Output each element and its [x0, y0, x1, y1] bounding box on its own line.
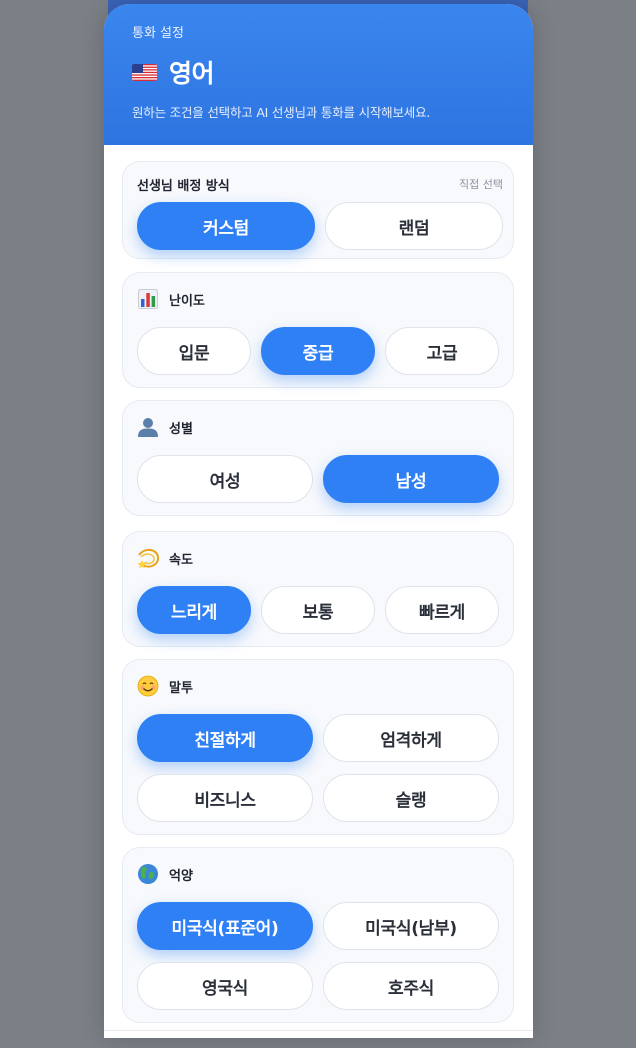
smile-icon: [137, 675, 159, 697]
gender-title: 성별: [169, 421, 193, 437]
tone-option-strict[interactable]: 엄격하게: [323, 714, 499, 762]
speed-card: 속도 느리게 보통 빠르게: [122, 531, 514, 647]
header: 통화 설정 영어 원하는 조건을 선택하고 AI 선생님과 통화를 시작해보세요…: [104, 4, 533, 145]
gender-card: 성별 여성 남성: [122, 400, 514, 516]
speed-option-fast[interactable]: 빠르게: [385, 586, 499, 634]
accent-card: 억양 미국식(표준어) 미국식(남부) 영국식 호주식: [122, 847, 514, 1023]
speed-header: 속도: [137, 546, 499, 570]
assignment-title: 선생님 배정 방식: [137, 178, 230, 194]
gender-option-female[interactable]: 여성: [137, 455, 313, 503]
tone-option-slang[interactable]: 슬랭: [323, 774, 499, 822]
dizzy-star-icon: [137, 547, 159, 569]
difficulty-option-intermediate[interactable]: 중급: [261, 327, 375, 375]
accent-header: 억양: [137, 862, 499, 886]
difficulty-card: 난이도 입문 중급 고급: [122, 272, 514, 388]
tone-options-row1: 친절하게 엄격하게: [137, 714, 499, 762]
header-subtitle: 통화 설정: [132, 26, 184, 41]
tone-options-row2: 비즈니스 슬랭: [137, 774, 499, 822]
difficulty-option-beginner[interactable]: 입문: [137, 327, 251, 375]
globe-icon: [137, 863, 159, 885]
gender-options: 여성 남성: [137, 455, 499, 503]
accent-option-australian[interactable]: 호주식: [323, 962, 499, 1010]
language-row: 영어: [132, 56, 505, 88]
assignment-option-random[interactable]: 랜덤: [325, 202, 503, 250]
accent-options-row2: 영국식 호주식: [137, 962, 499, 1010]
tone-card: 말투 친절하게 엄격하게 비즈니스 슬랭: [122, 659, 514, 835]
difficulty-options: 입문 중급 고급: [137, 327, 499, 375]
assignment-options: 커스텀 랜덤: [137, 202, 503, 250]
speed-options: 느리게 보통 빠르게: [137, 586, 499, 634]
tone-option-business[interactable]: 비즈니스: [137, 774, 313, 822]
tone-title: 말투: [169, 680, 193, 696]
assignment-card: 선생님 배정 방식 직접 선택 커스텀 랜덤: [122, 161, 514, 259]
assignment-note: 직접 선택: [459, 178, 503, 191]
gender-header: 성별: [137, 415, 499, 439]
speed-title: 속도: [169, 552, 193, 568]
difficulty-header: 난이도: [137, 287, 499, 311]
difficulty-option-advanced[interactable]: 고급: [385, 327, 499, 375]
language-title: 영어: [169, 59, 215, 88]
tone-header: 말투: [137, 674, 499, 698]
call-settings-sheet: 통화 설정 영어 원하는 조건을 선택하고 AI 선생님과 통화를 시작해보세요…: [104, 4, 533, 1038]
bar-chart-icon: [137, 288, 159, 310]
assignment-option-custom[interactable]: 커스텀: [137, 202, 315, 250]
header-description: 원하는 조건을 선택하고 AI 선생님과 통화를 시작해보세요.: [132, 105, 431, 120]
assignment-header: 선생님 배정 방식 직접 선택: [137, 172, 503, 196]
speed-option-slow[interactable]: 느리게: [137, 586, 251, 634]
accent-option-us-standard[interactable]: 미국식(표준어): [137, 902, 313, 950]
accent-option-british[interactable]: 영국식: [137, 962, 313, 1010]
person-icon: [137, 416, 159, 438]
bottom-divider: [104, 1030, 533, 1031]
us-flag-icon: [132, 63, 157, 81]
tone-option-friendly[interactable]: 친절하게: [137, 714, 313, 762]
accent-option-us-southern[interactable]: 미국식(남부): [323, 902, 499, 950]
speed-option-normal[interactable]: 보통: [261, 586, 375, 634]
accent-options-row1: 미국식(표준어) 미국식(남부): [137, 902, 499, 950]
accent-title: 억양: [169, 868, 193, 884]
difficulty-title: 난이도: [169, 293, 205, 309]
gender-option-male[interactable]: 남성: [323, 455, 499, 503]
